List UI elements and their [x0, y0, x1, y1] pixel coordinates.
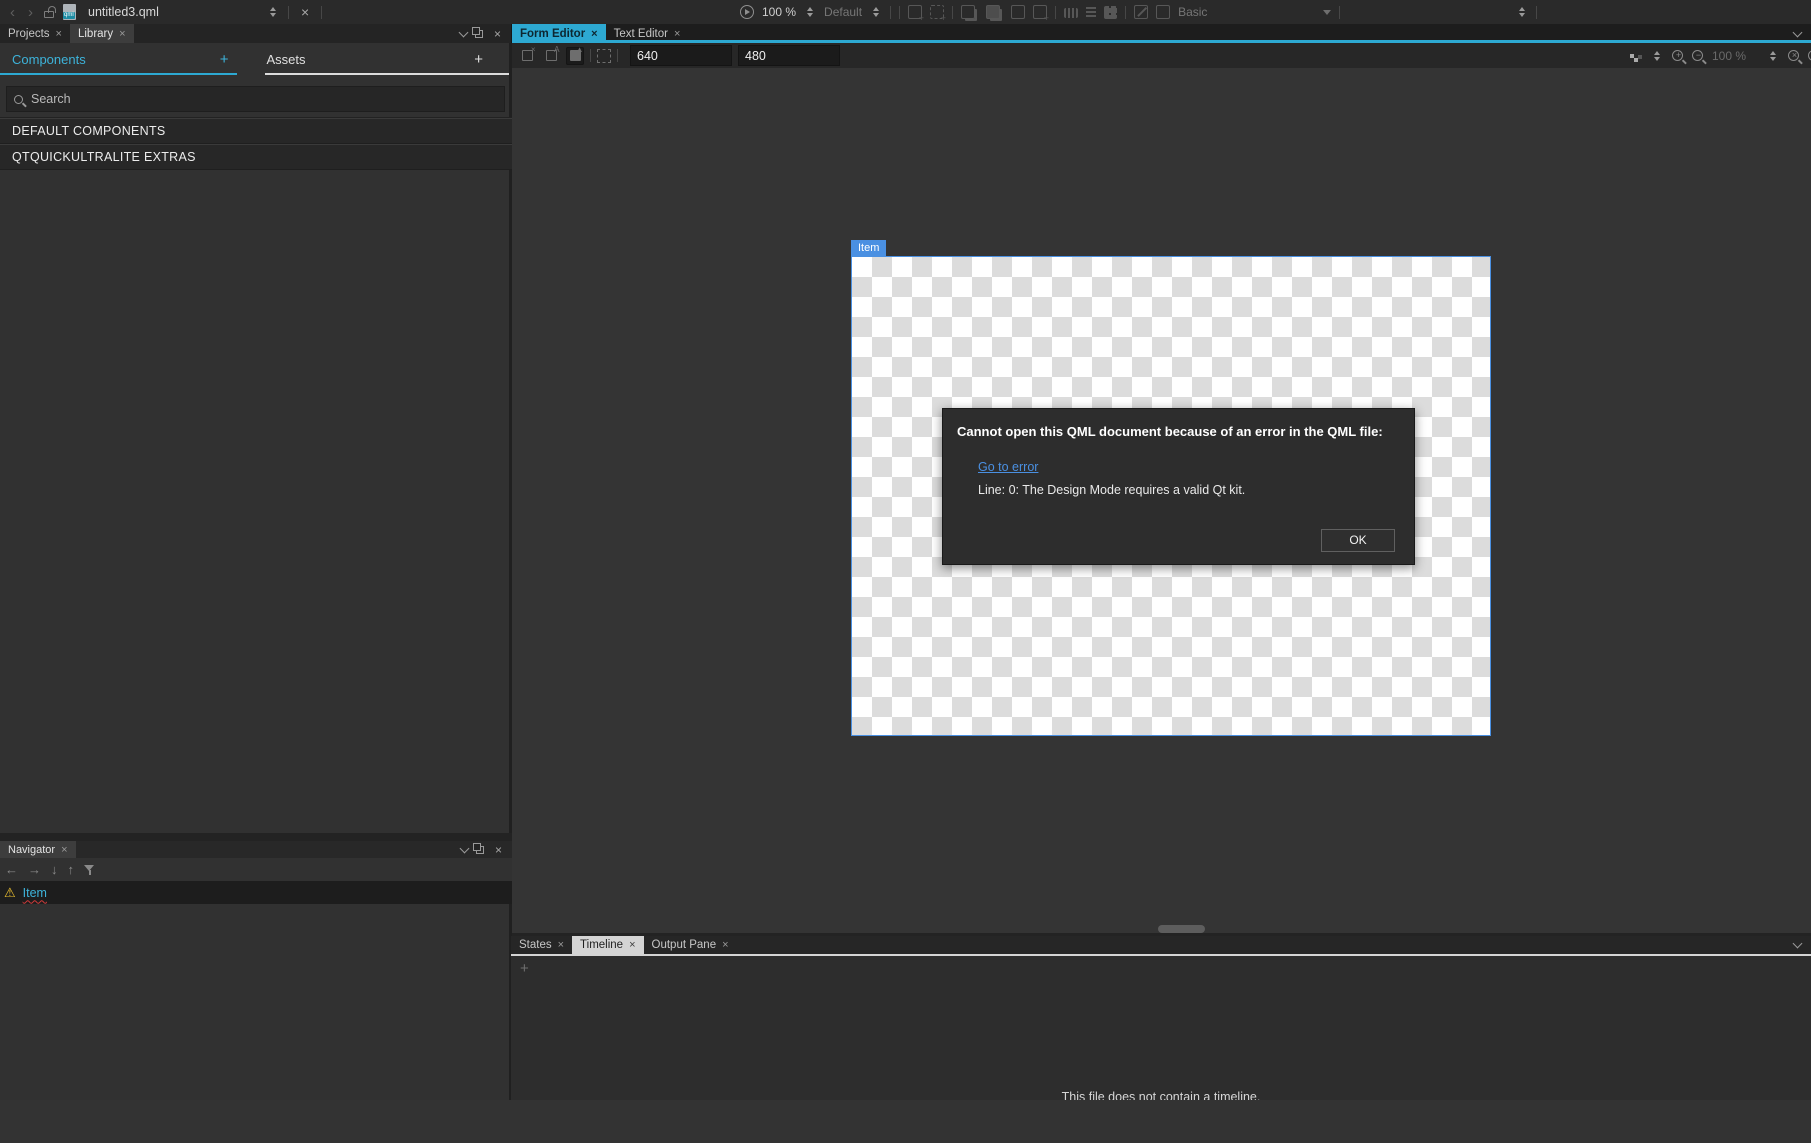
frame-selection-icon[interactable]	[930, 5, 944, 19]
grid-spinner-icon[interactable]	[1651, 51, 1663, 61]
zoom-reset-icon[interactable]: ×	[1788, 50, 1799, 61]
no-snapping-button[interactable]: ×	[518, 47, 536, 65]
canvas-zoom-value[interactable]: 100 %	[1712, 49, 1758, 63]
dialog-title: Cannot open this QML document because of…	[943, 409, 1414, 439]
chevron-down-icon[interactable]	[460, 843, 470, 853]
move-up-icon[interactable]: ↑	[68, 863, 75, 876]
layout-column-icon[interactable]	[1086, 5, 1096, 19]
popout-icon[interactable]	[476, 846, 484, 854]
canvas-zoom-spinner-icon[interactable]	[1767, 51, 1779, 61]
tab-output-pane[interactable]: Output Pane ×	[644, 936, 737, 954]
close-icon[interactable]: ×	[119, 28, 125, 40]
open-document-name[interactable]: untitled3.qml	[88, 5, 258, 19]
close-icon[interactable]: ×	[722, 939, 728, 951]
layout-grid-icon[interactable]	[1104, 6, 1117, 19]
move-right-icon[interactable]: →	[28, 863, 41, 876]
add-timeline-button[interactable]: +	[520, 960, 529, 977]
dialog-message: Line: 0: The Design Mode requires a vali…	[978, 483, 1414, 497]
section-qtquickultralite-extras[interactable]: QTQUICKULTRALITE EXTRAS	[0, 144, 512, 170]
move-left-icon[interactable]: ←	[5, 863, 18, 876]
kit-spinner-icon	[1516, 7, 1528, 17]
root-height-field[interactable]	[738, 45, 840, 66]
copy-star-icon[interactable]	[961, 5, 975, 19]
close-icon[interactable]: ×	[629, 939, 635, 951]
close-document-icon[interactable]: ×	[298, 5, 312, 19]
close-dock-icon[interactable]: ×	[492, 844, 505, 856]
show-bounding-rectangles-button[interactable]	[597, 49, 611, 63]
tab-timeline[interactable]: Timeline ×	[572, 936, 643, 954]
export-assets-icon[interactable]	[908, 5, 922, 19]
style-selector[interactable]: Basic	[1178, 5, 1331, 19]
ok-button[interactable]: OK	[1321, 529, 1395, 552]
bottom-pane: States × Timeline × Output Pane × + This…	[511, 936, 1811, 1100]
edit-annotation-icon[interactable]	[1134, 5, 1148, 19]
close-icon[interactable]: ×	[56, 28, 62, 40]
timeline-content: + This file does not contain a timeline.	[511, 956, 1811, 1100]
close-icon[interactable]: ×	[558, 939, 564, 951]
zoom-in-icon[interactable]: +	[1672, 50, 1683, 61]
select-outline-icon[interactable]	[1011, 5, 1025, 19]
run-preview-icon[interactable]	[740, 5, 754, 19]
tab-navigator[interactable]: Navigator ×	[0, 841, 76, 858]
unlock-icon[interactable]	[44, 11, 54, 18]
close-icon[interactable]: ×	[591, 28, 597, 40]
library-panel: Components + Assets + DEFAULT COMPONENTS…	[0, 43, 512, 1100]
chevron-down-icon[interactable]	[459, 27, 469, 37]
close-icon[interactable]: ×	[61, 844, 67, 856]
separator	[321, 6, 322, 19]
search-icon	[14, 95, 23, 104]
navigator-item-label[interactable]: Item	[23, 886, 47, 900]
layout-row-icon[interactable]	[1064, 8, 1078, 18]
tab-states[interactable]: States ×	[511, 936, 572, 954]
snapping-button[interactable]: ▲	[566, 47, 584, 65]
forward-icon[interactable]: ›	[26, 5, 35, 20]
close-icon[interactable]: ×	[674, 28, 680, 40]
top-toolbar: ‹ › untitled3.qml × 100 % Default Basic	[0, 0, 1811, 24]
state-spinner-icon[interactable]	[870, 7, 882, 17]
root-width-field[interactable]	[630, 45, 732, 66]
dropdown-arrow-icon	[1323, 10, 1331, 15]
tab-projects[interactable]: Projects ×	[0, 24, 70, 43]
filter-icon[interactable]	[84, 864, 96, 876]
timeline-empty-text: This file does not contain a timeline.	[1062, 1090, 1261, 1100]
form-editor-canvas-area[interactable]: Item Cannot open this QML document becau…	[512, 68, 1811, 933]
tab-overflow-chevron-icon[interactable]	[1793, 27, 1803, 37]
kit-selector[interactable]	[1348, 7, 1528, 17]
snapping-anchors-button[interactable]: A	[542, 47, 560, 65]
form-editor-toolbar: × A ▲ + − 100 % ×	[512, 43, 1811, 68]
move-down-icon[interactable]: ↓	[51, 863, 58, 876]
navigator-panel: Navigator × × ← → ↓ ↑ ⚠ Item	[0, 833, 512, 1143]
pixel-grid-icon[interactable]	[1630, 54, 1634, 58]
close-dock-icon[interactable]: ×	[491, 28, 504, 40]
search-input[interactable]	[31, 92, 497, 106]
separator	[288, 6, 289, 19]
preview-zoom-spinner-icon[interactable]	[804, 7, 816, 17]
left-dock-tabs: Projects × Library × ×	[0, 24, 512, 43]
workspace-icon[interactable]	[1156, 5, 1170, 19]
preview-zoom-value[interactable]: 100 %	[762, 5, 796, 19]
paste-icon[interactable]	[986, 5, 1000, 19]
qml-error-dialog: Cannot open this QML document because of…	[942, 408, 1415, 565]
popout-icon[interactable]	[475, 30, 483, 38]
section-default-components[interactable]: DEFAULT COMPONENTS	[0, 118, 512, 144]
qml-file-icon	[63, 4, 76, 20]
add-asset-button[interactable]: +	[474, 51, 483, 68]
tab-library[interactable]: Library ×	[70, 24, 134, 43]
add-component-button[interactable]: +	[220, 51, 229, 68]
zoom-out-icon[interactable]: −	[1692, 50, 1703, 61]
back-icon[interactable]: ‹	[8, 5, 17, 20]
warning-icon: ⚠	[4, 886, 16, 899]
tab-components[interactable]: Components +	[0, 43, 255, 75]
navigator-item-row[interactable]: ⚠ Item	[0, 881, 512, 904]
horizontal-scrollbar[interactable]	[1158, 925, 1205, 933]
state-selector[interactable]: Default	[824, 5, 862, 19]
duplicate-icon[interactable]	[1033, 5, 1047, 19]
document-spinner-icon[interactable]	[267, 7, 279, 17]
component-search[interactable]	[6, 86, 505, 112]
tab-assets[interactable]: Assets +	[255, 43, 510, 75]
tab-overflow-chevron-icon[interactable]	[1793, 939, 1803, 949]
go-to-error-link[interactable]: Go to error	[978, 460, 1038, 474]
selected-item-tag[interactable]: Item	[851, 240, 886, 256]
